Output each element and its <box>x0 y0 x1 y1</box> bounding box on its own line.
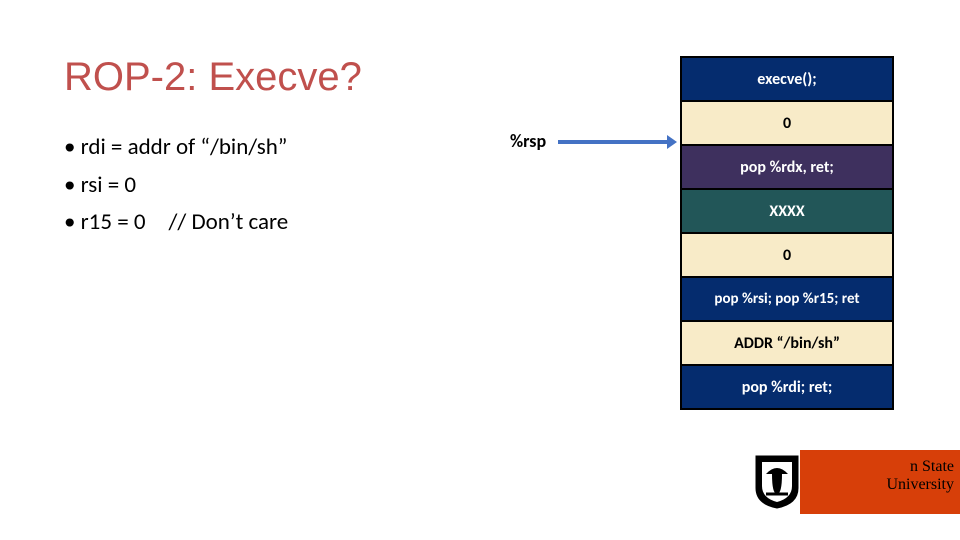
stack-cell: 0 <box>680 100 894 146</box>
rsp-label: %rsp <box>510 130 546 152</box>
logo-text: n State University <box>886 458 954 495</box>
university-logo: n State University <box>800 450 960 514</box>
slide-title: ROP-2: Execve? <box>64 55 362 100</box>
stack-diagram: execve(); 0 pop %rdx, ret; XXXX 0 pop %r… <box>680 58 894 410</box>
logo-line2: University <box>886 476 954 493</box>
stack-cell: pop %rdx, ret; <box>680 144 894 190</box>
bullet-item: rsi = 0 <box>64 168 288 204</box>
stack-cell: ADDR “/bin/sh” <box>680 320 894 366</box>
bullet-list: rdi = addr of “/bin/sh” rsi = 0 r15 = 0 … <box>64 130 288 243</box>
bullet-item: r15 = 0 // Don’t care <box>64 205 288 241</box>
bullet-item: rdi = addr of “/bin/sh” <box>64 130 288 166</box>
stack-cell: 0 <box>680 232 894 278</box>
stack-cell: pop %rdi; ret; <box>680 364 894 410</box>
stack-cell: pop %rsi; pop %r15; ret <box>680 276 894 322</box>
shield-icon <box>752 454 802 510</box>
stack-cell: execve(); <box>680 56 894 102</box>
logo-line1: n State <box>910 458 954 475</box>
stack-cell: XXXX <box>680 188 894 234</box>
rsp-arrow <box>558 140 668 144</box>
